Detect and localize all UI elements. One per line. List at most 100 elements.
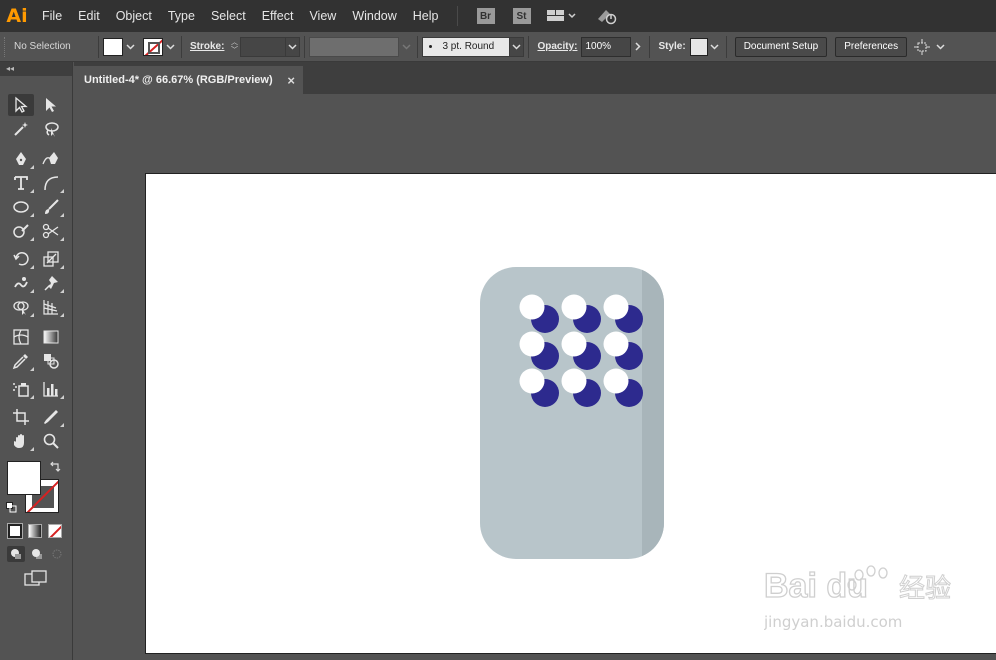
fill-dropdown[interactable] bbox=[123, 37, 137, 57]
eyedropper-tool[interactable] bbox=[8, 350, 34, 372]
brush-label: 3 pt. Round bbox=[442, 41, 495, 52]
shape-builder-tool[interactable] bbox=[8, 296, 34, 318]
canvas-area[interactable]: Bai du 经验 jingyan.baidu.com bbox=[74, 94, 996, 660]
opacity-label[interactable]: Opacity: bbox=[537, 41, 577, 52]
chevron-down-icon bbox=[936, 43, 945, 50]
watermark-cn: 经验 bbox=[899, 574, 951, 604]
tools-panel: ◂◂ bbox=[0, 62, 73, 660]
selection-icon bbox=[15, 96, 28, 113]
gpu-performance-button[interactable] bbox=[596, 7, 618, 25]
change-screen-mode-button[interactable] bbox=[24, 570, 48, 591]
document-tab[interactable]: Untitled-4* @ 66.67% (RGB/Preview) × bbox=[74, 66, 303, 94]
chevron-down-icon bbox=[402, 43, 411, 50]
puppet-warp-tool[interactable] bbox=[38, 272, 64, 294]
arc-tool[interactable] bbox=[38, 172, 64, 194]
document-setup-button[interactable]: Document Setup bbox=[734, 36, 828, 57]
fill-color-box[interactable] bbox=[7, 461, 41, 495]
paintbrush-tool[interactable] bbox=[38, 196, 64, 218]
default-fill-stroke-button[interactable] bbox=[6, 502, 17, 516]
type-tool[interactable] bbox=[8, 172, 34, 194]
preferences-button[interactable]: Preferences bbox=[835, 36, 908, 57]
graphic-style-swatch[interactable] bbox=[689, 37, 708, 56]
warp-tool[interactable] bbox=[8, 272, 34, 294]
stock-button[interactable]: St bbox=[512, 8, 531, 24]
curvature-tool[interactable] bbox=[38, 148, 64, 170]
tool-group-indicator bbox=[30, 237, 34, 241]
close-tab-icon[interactable]: × bbox=[287, 73, 295, 88]
divider bbox=[649, 35, 651, 58]
shaper-tool[interactable] bbox=[8, 220, 34, 242]
chevron-down-icon bbox=[165, 43, 175, 50]
chevron-right-icon bbox=[635, 42, 642, 51]
zoom-tool[interactable] bbox=[38, 430, 64, 452]
stroke-weight-stepper[interactable]: ︿ ﹀ bbox=[228, 37, 240, 57]
rotate-tool[interactable] bbox=[8, 248, 34, 270]
artboard-icon bbox=[13, 409, 29, 425]
gradient-tool[interactable] bbox=[38, 326, 64, 348]
stroke-weight-dropdown[interactable] bbox=[286, 36, 301, 57]
lasso-tool[interactable] bbox=[38, 118, 64, 140]
fill-swatch[interactable] bbox=[103, 37, 123, 56]
arrange-icon-button[interactable] bbox=[911, 37, 933, 57]
draw-inside-button[interactable] bbox=[48, 546, 66, 562]
menu-effect[interactable]: Effect bbox=[254, 0, 302, 32]
tool-group-indicator bbox=[60, 313, 64, 317]
gpu-performance-icon bbox=[597, 10, 616, 25]
pen-tool[interactable] bbox=[8, 148, 34, 170]
brush-dropdown[interactable] bbox=[510, 36, 525, 57]
tools-collapse-button[interactable]: ◂◂ bbox=[0, 62, 72, 76]
stroke-dropdown[interactable] bbox=[163, 37, 177, 57]
stroke-label[interactable]: Stroke: bbox=[190, 41, 224, 52]
menu-select[interactable]: Select bbox=[203, 0, 254, 32]
direct-selection-tool[interactable] bbox=[38, 94, 64, 116]
menu-view[interactable]: View bbox=[301, 0, 344, 32]
key-highlight bbox=[603, 331, 629, 357]
illustrator-logo: Ai bbox=[6, 5, 28, 27]
tool-group-indicator bbox=[60, 395, 64, 399]
mesh-tool[interactable] bbox=[8, 326, 34, 348]
menu-edit[interactable]: Edit bbox=[70, 0, 108, 32]
menu-help[interactable]: Help bbox=[405, 0, 447, 32]
shaper-icon bbox=[13, 224, 29, 238]
scissors-tool[interactable] bbox=[38, 220, 64, 242]
tool-group-indicator bbox=[30, 313, 34, 317]
arrange-documents-button[interactable] bbox=[546, 9, 576, 23]
ellipse-tool[interactable] bbox=[8, 196, 34, 218]
opacity-input[interactable]: 100% bbox=[581, 36, 632, 57]
menu-object[interactable]: Object bbox=[108, 0, 160, 32]
style-dropdown[interactable] bbox=[708, 37, 722, 57]
magic-wand-tool[interactable] bbox=[8, 118, 34, 140]
menu-window[interactable]: Window bbox=[344, 0, 404, 32]
symbol-sprayer-tool[interactable] bbox=[8, 378, 34, 400]
opacity-stepper[interactable] bbox=[631, 37, 645, 57]
control-bar-grip[interactable] bbox=[4, 36, 10, 57]
brush-definition[interactable]: 3 pt. Round bbox=[422, 36, 511, 57]
blend-tool[interactable] bbox=[38, 350, 64, 372]
gradient-mode-button[interactable] bbox=[28, 524, 42, 538]
draw-normal-button[interactable] bbox=[7, 546, 25, 562]
tool-group-indicator bbox=[30, 189, 34, 193]
menu-file[interactable]: File bbox=[34, 0, 70, 32]
bridge-button[interactable]: Br bbox=[476, 8, 495, 24]
pen-icon bbox=[16, 152, 26, 165]
menu-type[interactable]: Type bbox=[160, 0, 203, 32]
key-highlight bbox=[603, 294, 629, 320]
color-mode-button[interactable] bbox=[7, 523, 23, 539]
hand-tool[interactable] bbox=[8, 430, 34, 452]
panel-menu-dropdown[interactable] bbox=[933, 37, 947, 57]
symbol-sprayer-icon bbox=[13, 383, 29, 397]
scissors-icon bbox=[42, 223, 59, 239]
swap-fill-stroke-button[interactable] bbox=[49, 461, 61, 476]
artboard-tool[interactable] bbox=[8, 406, 34, 428]
stroke-weight-field[interactable] bbox=[240, 36, 287, 57]
stroke-swatch[interactable] bbox=[143, 37, 163, 56]
document-tab-bar: Untitled-4* @ 66.67% (RGB/Preview) × bbox=[74, 62, 996, 94]
selection-tool[interactable] bbox=[8, 94, 34, 116]
draw-behind-button[interactable] bbox=[28, 546, 46, 562]
column-graph-tool[interactable] bbox=[38, 378, 64, 400]
none-mode-button[interactable] bbox=[48, 524, 62, 538]
control-bar: No Selection Stroke: ︿ ﹀ 3 pt. Round Opac… bbox=[0, 32, 996, 62]
slice-tool[interactable] bbox=[38, 406, 64, 428]
scale-tool[interactable] bbox=[38, 248, 64, 270]
perspective-grid-tool[interactable] bbox=[38, 296, 64, 318]
